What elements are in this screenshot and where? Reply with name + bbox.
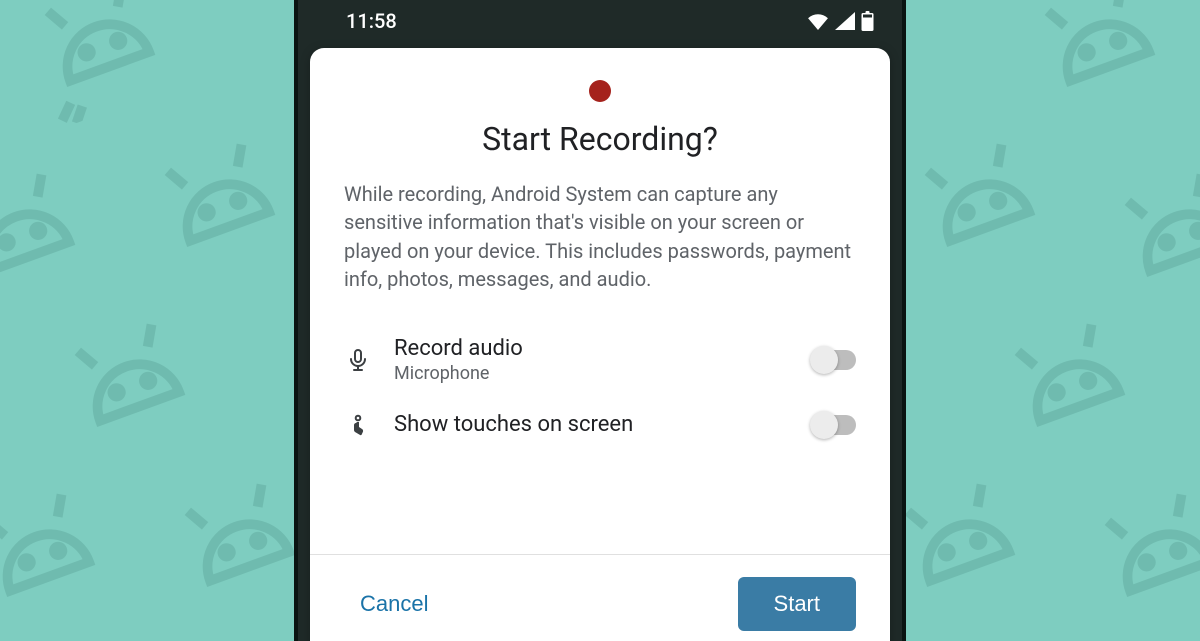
dialog-actions: Cancel Start	[310, 554, 890, 641]
option-record-audio[interactable]: Record audio Microphone	[344, 322, 856, 398]
cancel-button[interactable]: Cancel	[352, 581, 436, 627]
dialog-description: While recording, Android System can capt…	[344, 180, 856, 294]
start-button[interactable]: Start	[738, 577, 856, 631]
cell-signal-icon	[835, 12, 855, 30]
show-touches-toggle[interactable]	[812, 415, 856, 435]
microphone-icon	[344, 347, 372, 373]
record-indicator-icon	[589, 80, 611, 102]
status-time: 11:58	[346, 9, 397, 33]
dialog-title: Start Recording?	[344, 120, 856, 158]
option-record-audio-title: Record audio	[394, 336, 790, 361]
record-audio-toggle[interactable]	[812, 350, 856, 370]
option-show-touches-title: Show touches on screen	[394, 412, 790, 437]
start-recording-dialog: Start Recording? While recording, Androi…	[310, 48, 890, 641]
option-show-touches[interactable]: Show touches on screen	[344, 398, 856, 452]
touch-icon	[344, 412, 372, 438]
status-bar: 11:58	[298, 0, 902, 42]
phone-frame: 11:58 Start Recording? While recordi	[294, 0, 906, 641]
battery-icon	[861, 11, 874, 31]
wifi-icon	[807, 12, 829, 30]
option-record-audio-subtitle: Microphone	[394, 363, 790, 384]
status-icons	[807, 11, 874, 31]
